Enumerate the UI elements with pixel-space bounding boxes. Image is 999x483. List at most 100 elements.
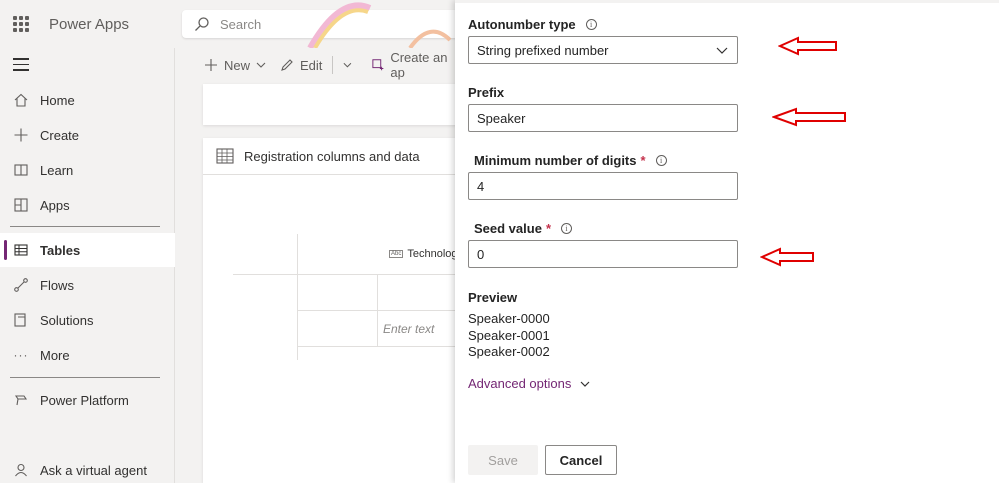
annotation-arrow-icon [772,107,846,127]
command-separator [332,56,334,74]
preview-value: Speaker-0001 [468,328,550,343]
sidebar-item-apps[interactable]: Apps [0,188,175,222]
column-header[interactable]: Abc Technolog [389,248,458,260]
app-launcher-icon[interactable] [13,16,29,32]
table-icon [0,243,40,257]
sidebar-item-more[interactable]: ··· More [0,338,175,372]
sidebar-item-create[interactable]: Create [0,118,175,152]
prefix-value: Speaker [477,110,526,126]
sidebar-item-label: Home [40,92,75,108]
info-icon[interactable]: i [561,223,572,234]
chevron-down-icon [256,62,266,68]
required-marker: * [545,221,551,236]
header-decoration [307,2,452,48]
sidebar-item-home[interactable]: Home [0,83,175,117]
plus-icon [0,128,40,142]
chevron-down-icon [716,47,728,54]
sidebar-item-label: Ask a virtual agent [40,462,147,478]
preview-value: Speaker-0002 [468,344,550,359]
edit-button[interactable]: Edit [280,58,322,73]
preview-label: Preview [468,290,518,305]
create-app-button[interactable]: Create an ap [372,50,456,80]
grid-line [297,234,298,360]
info-icon[interactable]: i [655,155,667,166]
min-digits-input[interactable]: 4 [468,172,738,200]
annotation-arrow-icon [760,247,814,267]
create-app-label: Create an ap [390,50,448,80]
apps-icon [0,198,40,212]
seed-value-input[interactable]: 0 [468,240,738,268]
prefix-label: Prefix [468,85,505,100]
min-digits-label-text: Minimum number of digits [474,153,637,168]
sidebar-item-flows[interactable]: Flows [0,268,175,302]
sidebar-item-learn[interactable]: Learn [0,153,175,187]
chevron-down-icon [580,381,590,387]
sidebar-item-label: Create [40,127,80,143]
more-icon: ··· [13,348,29,362]
flow-icon [0,278,40,292]
chevron-down-icon[interactable] [343,60,352,70]
book-icon [0,163,40,177]
solutions-icon [0,313,40,327]
sidebar-item-label: Power Platform [40,392,129,408]
autonumber-type-label: Autonumber type i [468,17,597,32]
seed-value: 0 [477,246,485,262]
info-icon[interactable]: i [585,19,597,30]
save-button[interactable]: Save [468,445,538,475]
table-card-title: Registration columns and data [244,148,420,164]
search-placeholder: Search [220,17,262,32]
app-title[interactable]: Power Apps [49,16,129,33]
sidebar-divider [10,226,160,227]
create-app-icon [372,59,384,71]
sidebar-item-power-platform[interactable]: Power Platform [0,383,175,417]
advanced-options-toggle[interactable]: Advanced options [468,376,591,391]
sidebar-item-label: Solutions [40,312,94,328]
main-content: New Edit Create an ap Registration colum… [176,48,463,483]
min-digits-label: Minimum number of digits * i [474,153,667,168]
panel-top-edge [455,0,999,3]
sidebar-item-solutions[interactable]: Solutions [0,303,175,337]
required-marker: * [640,153,646,168]
table-icon [216,148,234,164]
autonumber-type-dropdown[interactable]: String prefixed number [468,36,738,64]
grid-line [203,174,463,175]
grid-line [297,310,463,311]
cell-placeholder[interactable]: Enter text [383,322,434,336]
text-type-icon: Abc [389,250,404,258]
sidebar-divider [10,377,160,378]
search-icon [195,17,209,31]
grid-line [297,346,463,347]
annotation-arrow-icon [778,36,837,56]
seed-value-label-text: Seed value [474,221,542,236]
edit-label: Edit [300,57,323,73]
sidebar-item-label: Tables [40,242,81,258]
min-digits-value: 4 [477,178,485,194]
sidebar: Home Create Learn Apps Tables Flows Solu… [0,48,175,483]
autonumber-type-label-text: Autonumber type [468,17,576,32]
sidebar-item-label: Learn [40,162,74,178]
command-bar: New Edit Create an ap [176,48,456,82]
column-header-label: Technolog [407,248,458,260]
preview-value: Speaker-0000 [468,311,550,326]
plus-icon [205,59,217,71]
home-icon [0,93,40,107]
autonumber-type-value: String prefixed number [477,42,609,58]
table-card-header: Registration columns and data [216,148,420,164]
new-button[interactable]: New [204,58,266,73]
prefix-input[interactable]: Speaker [468,104,738,132]
cancel-button[interactable]: Cancel [545,445,617,475]
advanced-options-label: Advanced options [468,376,572,391]
sidebar-item-virtual-agent[interactable]: Ask a virtual agent [0,453,175,483]
autonumber-panel: Autonumber type i String prefixed number… [455,0,999,483]
table-summary-card [203,84,463,125]
grid-line [233,274,463,275]
hamburger-icon[interactable] [13,58,29,75]
power-platform-icon [0,393,40,407]
virtual-agent-icon [0,463,40,477]
sidebar-item-tables[interactable]: Tables [0,233,175,267]
table-data-card: Registration columns and data Abc Techno… [203,138,463,483]
sidebar-item-label: Apps [40,197,70,213]
sidebar-item-label: Flows [40,277,74,293]
seed-value-label: Seed value * i [474,221,572,236]
new-label: New [224,57,251,73]
